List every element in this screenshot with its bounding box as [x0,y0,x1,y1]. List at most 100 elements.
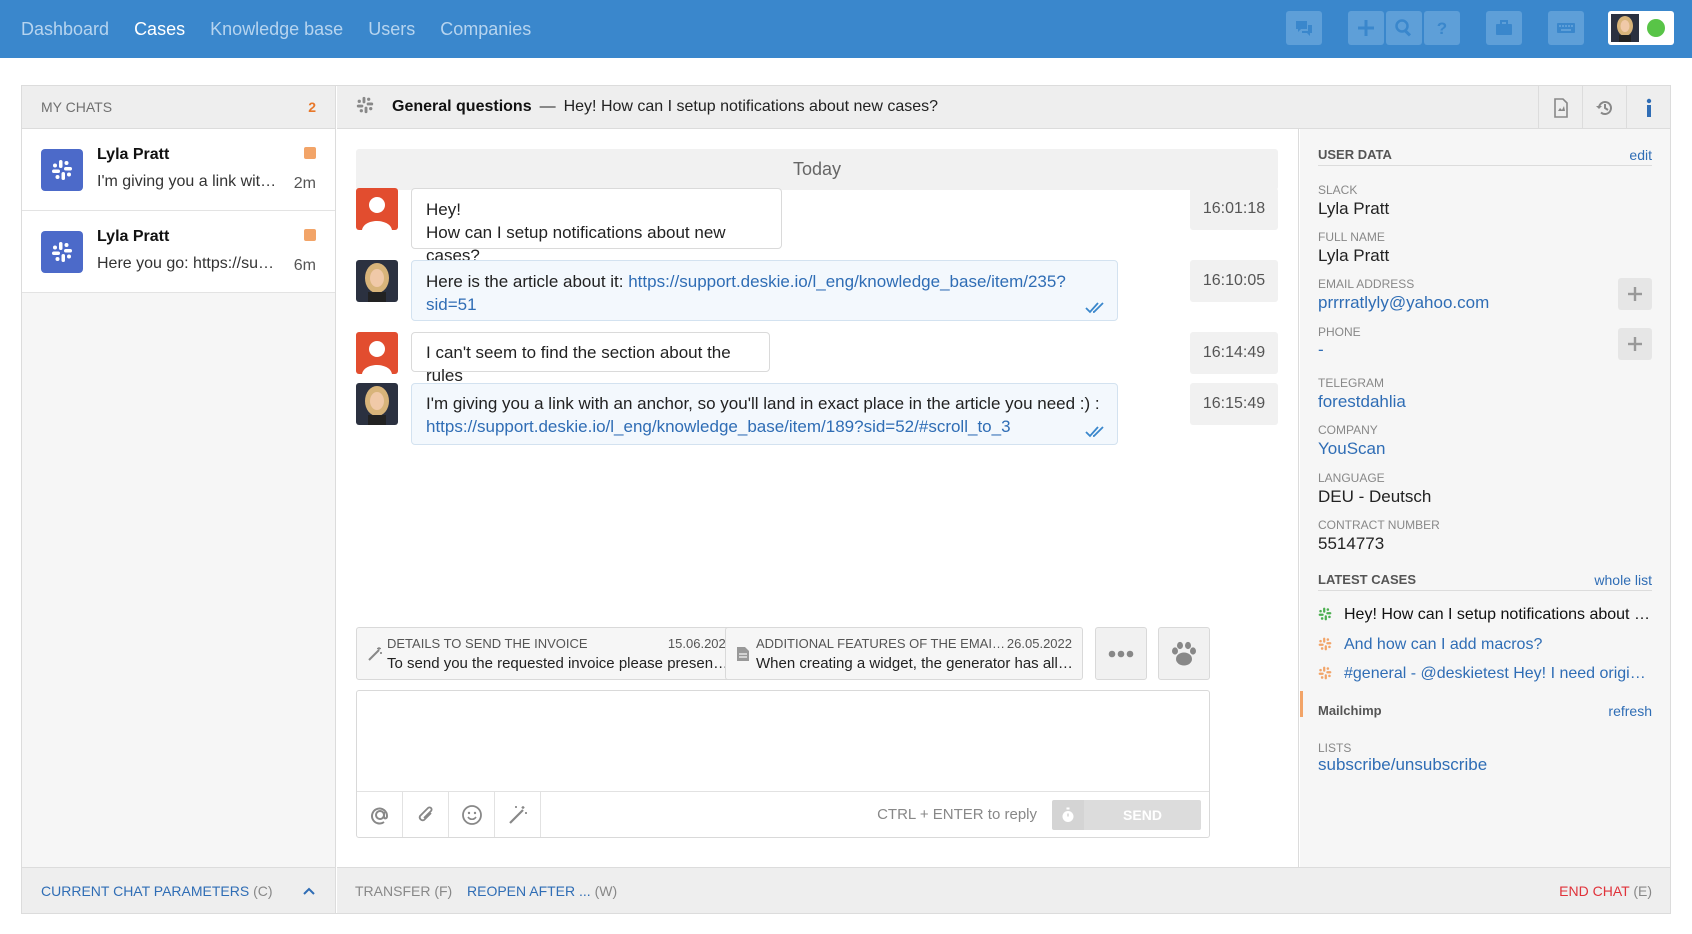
nav-users[interactable]: Users [368,19,415,40]
company-name[interactable]: YouScan [1318,439,1385,459]
field-label: CONTRACT NUMBER [1318,518,1440,532]
read-receipt-icon [1085,426,1104,438]
latest-case-text: And how can I add macros? [1344,636,1543,653]
edit-user-link[interactable]: edit [1629,147,1652,163]
end-chat-label: END CHAT [1559,883,1630,899]
history-icon[interactable] [1582,86,1626,129]
reopen-after-button[interactable]: REOPEN AFTER ... (W) [467,883,617,899]
field-label: LISTS [1318,741,1352,755]
message-text: Here is the article about it: [426,272,624,291]
transfer-label: TRANSFER [355,883,431,899]
language: DEU - Deutsch [1318,487,1432,506]
svg-text:?: ? [1437,19,1447,38]
plus-icon[interactable] [1348,11,1384,45]
add-email-button[interactable] [1618,278,1652,310]
slack-icon [41,231,83,273]
slack-icon [1318,607,1336,626]
field-label: PHONE [1318,325,1361,339]
slack-icon [1318,637,1336,656]
message-timestamp: 16:10:05 [1190,260,1278,302]
send-button[interactable]: SEND [1084,800,1201,830]
plus-icon [1628,287,1642,301]
export-document-icon[interactable] [1538,86,1582,129]
title-separator: — [539,98,556,115]
conversation-header: General questions — Hey! How can I setup… [337,86,1670,129]
client-avatar [356,332,398,374]
refresh-link[interactable]: refresh [1608,703,1652,719]
add-phone-button[interactable] [1618,328,1652,360]
unread-indicator [304,147,316,159]
current-chat-parameters-label: CURRENT CHAT PARAMETERS [41,882,250,899]
my-chats-panel: MY CHATS 2 Lyla Pratt I'm giving you a l… [22,86,336,913]
reopen-after-shortcut: (W) [594,883,618,899]
stopwatch-icon [1062,807,1074,822]
telegram-handle[interactable]: forestdahlia [1318,392,1406,412]
conversation-topic: General questions [392,98,532,115]
full-name: Lyla Pratt [1318,246,1390,265]
mailchimp-accent-bar [1300,691,1303,717]
field-label: SLACK [1318,183,1358,197]
end-chat-button[interactable]: END CHAT (E) [1559,883,1652,899]
current-user-menu[interactable] [1608,11,1674,45]
nav-knowledge-base[interactable]: Knowledge base [210,19,343,40]
search-icon[interactable] [1386,11,1422,45]
chevron-up-icon [303,887,315,895]
my-chats-title: MY CHATS [41,99,113,115]
message-line: Hey! [426,200,461,219]
message-bubble: Hey! How can I setup notifications about… [411,188,782,265]
paw-button[interactable] [1158,627,1210,680]
briefcase-icon[interactable] [1486,11,1522,45]
slack-name: Lyla Pratt [1318,199,1390,218]
help-icon[interactable]: ? [1424,11,1460,45]
phone-number[interactable]: - [1318,340,1324,360]
keyboard-icon[interactable] [1548,11,1584,45]
my-chats-count: 2 [308,99,316,115]
info-icon[interactable] [1626,86,1670,129]
magic-wand-icon[interactable] [495,792,541,837]
agent-avatar [1611,14,1639,42]
mention-icon[interactable] [357,792,403,837]
send-shortcut-hint: CTRL + ENTER to reply [877,806,1037,823]
user-data-header: USER DATA edit [1318,147,1652,166]
latest-cases-title: LATEST CASES [1318,572,1416,587]
slack-icon [41,149,83,191]
chat-list-item[interactable]: Lyla Pratt Here you go: https://support.… [22,211,335,293]
email-address[interactable]: prrrratlyly@yahoo.com [1318,293,1489,313]
plus-icon [1628,337,1642,351]
subscribe-unsubscribe-link[interactable]: subscribe/unsubscribe [1318,755,1487,775]
more-macros-button[interactable] [1095,627,1147,680]
nav-companies[interactable]: Companies [440,19,531,40]
chat-time: 6m [293,257,316,274]
attachment-icon[interactable] [403,792,449,837]
chat-preview: I'm giving you a link with an anchor, so… [97,173,277,190]
slack-icon [1318,666,1336,685]
macro-date: 26.05.2022 [1006,636,1072,651]
unread-indicator [304,229,316,241]
chat-contact-name: Lyla Pratt [97,146,170,163]
chat-icon[interactable] [1286,11,1322,45]
message-bubble: Here is the article about it: https://su… [411,260,1118,321]
read-receipt-icon [1085,302,1104,314]
mailchimp-header: Mailchimp refresh [1318,703,1652,721]
current-chat-parameters-toggle[interactable]: CURRENT CHAT PARAMETERS (C) [22,867,335,913]
latest-case-item[interactable]: #general - @deskietest Hey! I need origi… [1318,665,1652,685]
reply-editor[interactable]: CTRL + ENTER to reply SEND [356,690,1210,838]
latest-case-item[interactable]: And how can I add macros? [1318,636,1652,656]
chat-list-item[interactable]: Lyla Pratt I'm giving you a link with an… [22,129,335,211]
message-bubble: I'm giving you a link with an anchor, so… [411,383,1118,445]
macro-suggestion[interactable]: DETAILS TO SEND THE INVOICE 15.06.2022 T… [356,627,744,680]
transfer-button[interactable]: TRANSFER (F) [355,883,452,899]
emoji-icon[interactable] [449,792,495,837]
whole-list-link[interactable]: whole list [1594,572,1652,588]
nav-cases[interactable]: Cases [134,19,185,40]
message-timestamp: 16:15:49 [1190,383,1278,425]
message-link[interactable]: https://support.deskie.io/l_eng/knowledg… [426,417,1011,436]
paw-icon [1172,641,1196,665]
nav-dashboard[interactable]: Dashboard [21,19,109,40]
latest-case-item[interactable]: Hey! How can I setup notifications about… [1318,606,1652,626]
transfer-shortcut: (F) [434,883,453,899]
macro-suggestion[interactable]: ADDITIONAL FEATURES OF THE EMAIL WIDGET … [725,627,1083,680]
message-bubble: I can't seem to find the section about t… [411,332,770,385]
chat-contact-name: Lyla Pratt [97,228,170,245]
delayed-send-button[interactable] [1052,800,1084,830]
